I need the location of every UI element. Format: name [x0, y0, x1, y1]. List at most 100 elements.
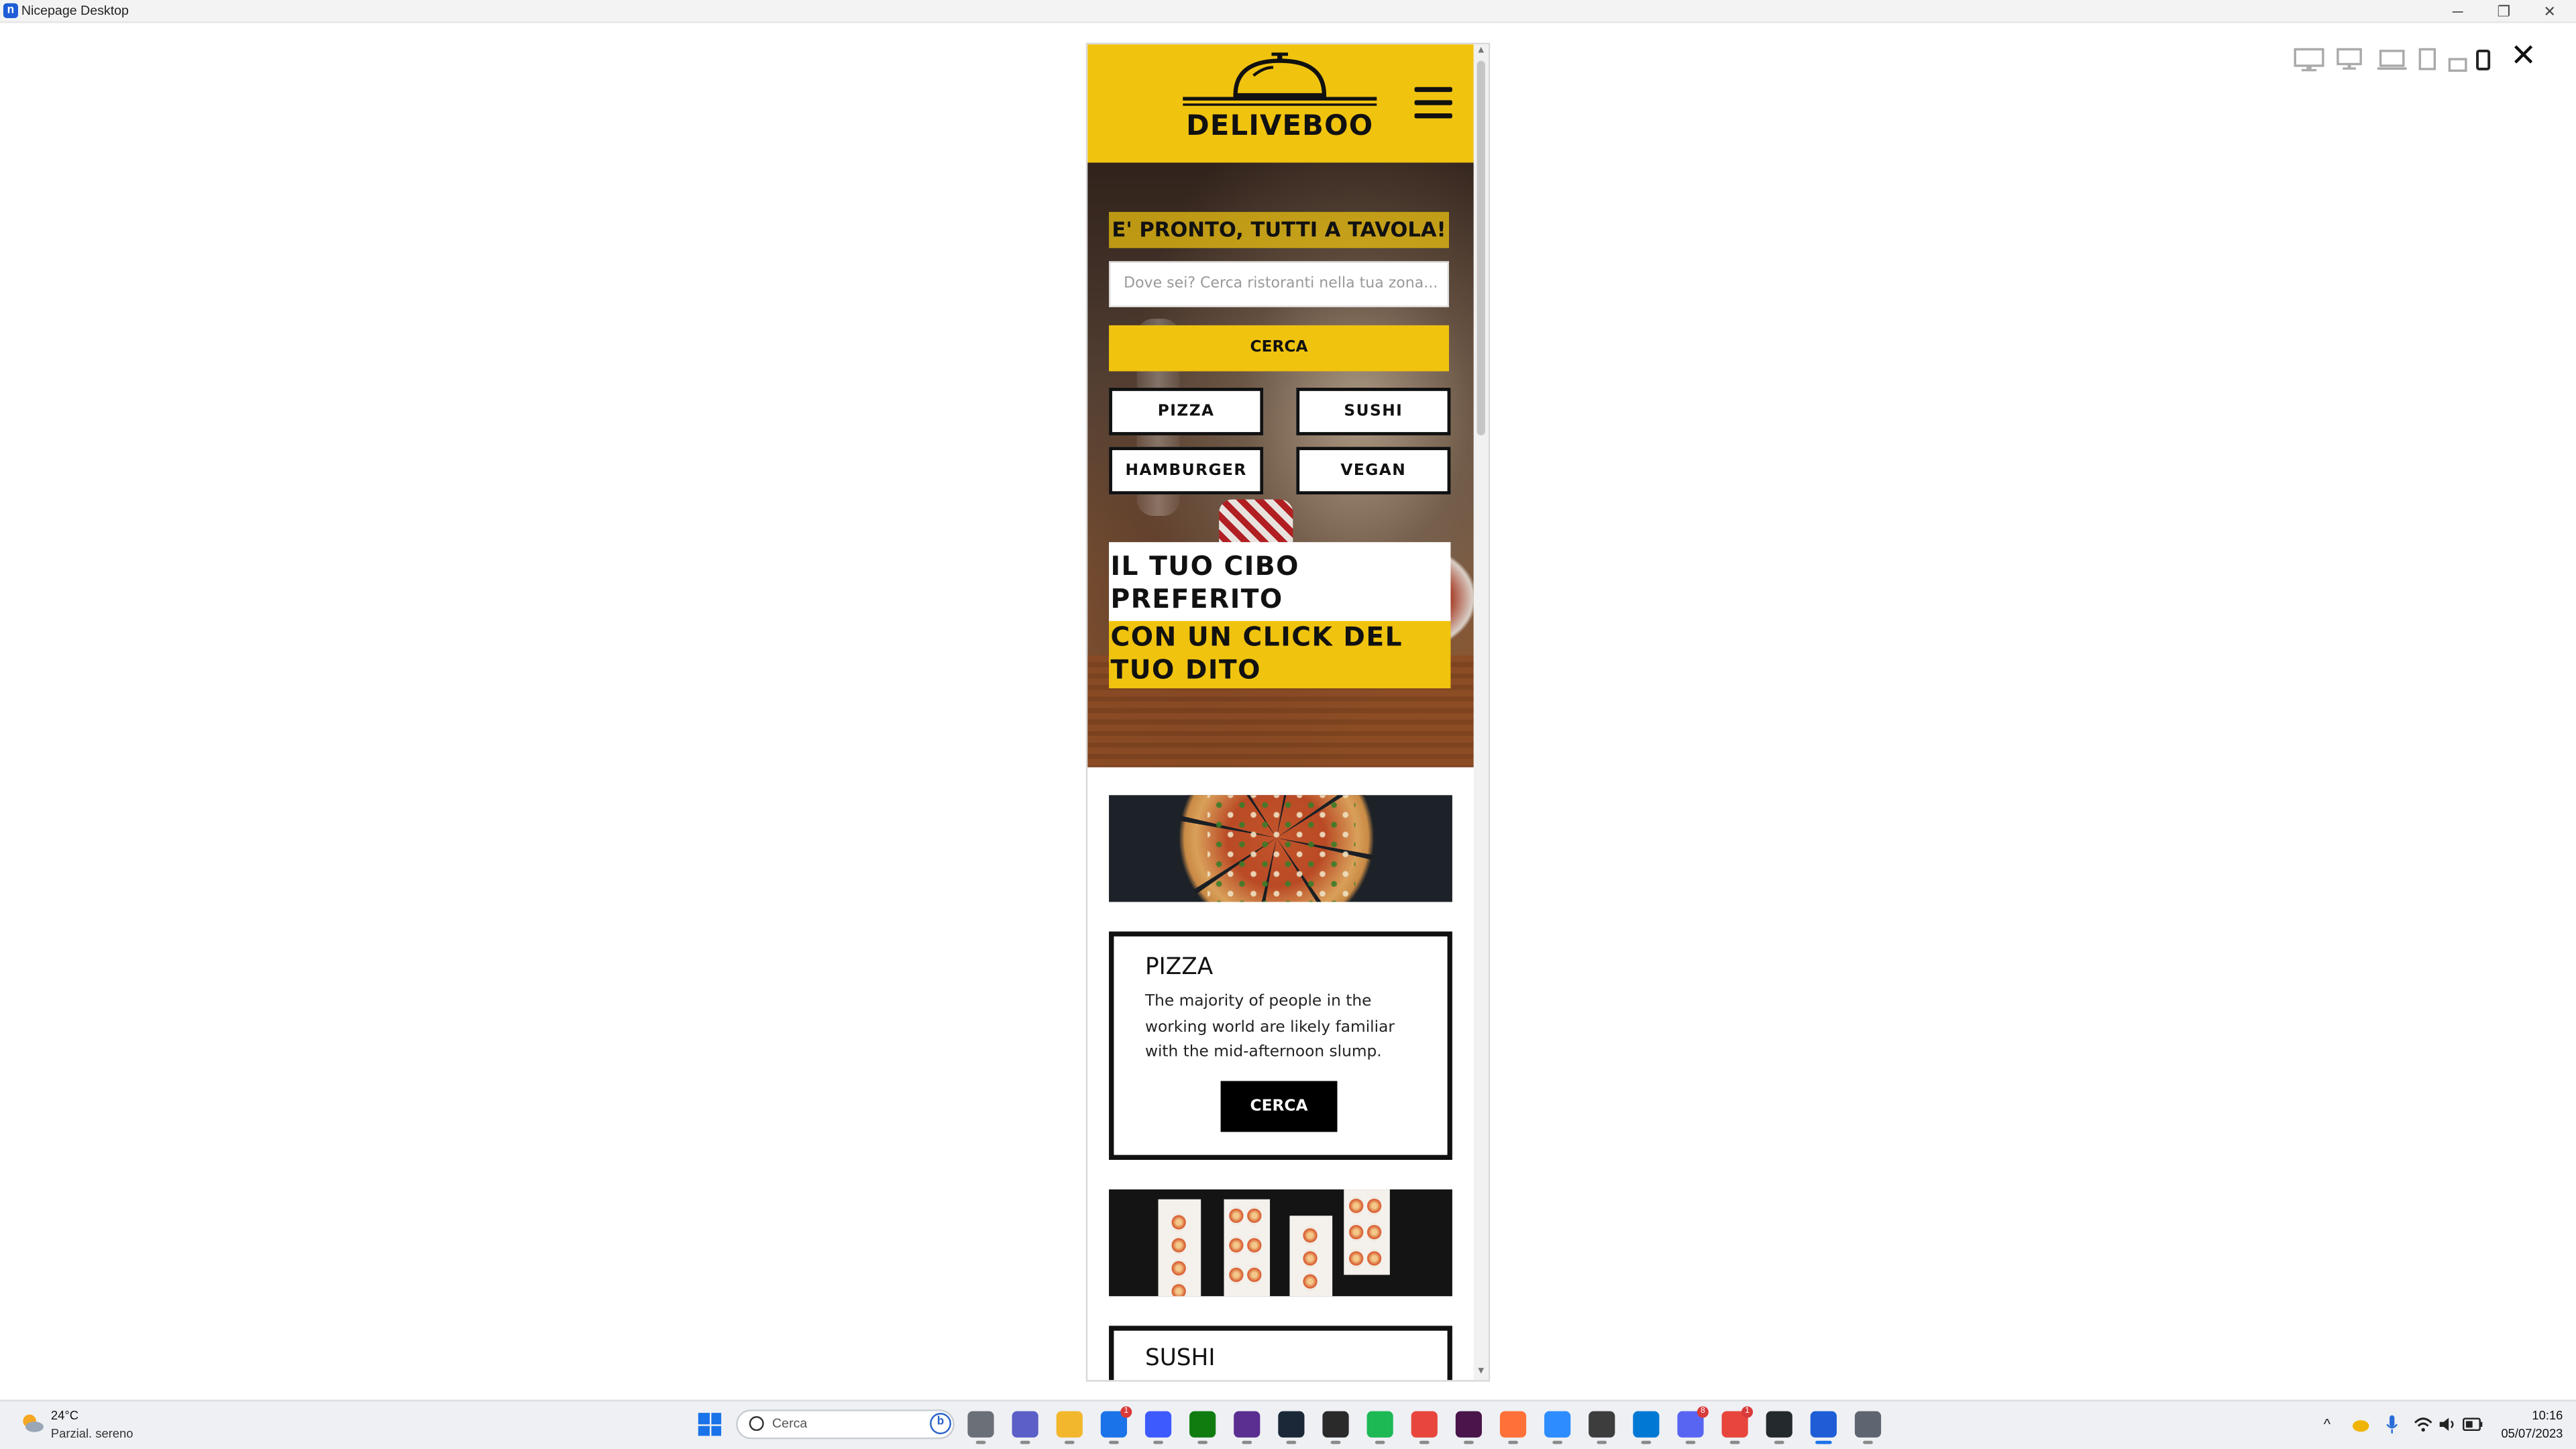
- note-icon[interactable]: [1144, 1411, 1172, 1444]
- running-indicator: [1330, 1440, 1341, 1444]
- scroll-down-arrow-icon[interactable]: ▼: [1474, 1365, 1489, 1380]
- windows-start-icon[interactable]: [698, 1413, 722, 1436]
- running-indicator: [1774, 1440, 1784, 1444]
- pizza-cerca-button[interactable]: CERCA: [1220, 1081, 1338, 1132]
- running-indicator: [1464, 1440, 1474, 1444]
- card-description: The majority of people in the working wo…: [1144, 992, 1395, 1062]
- sushi-image: [1109, 1189, 1452, 1297]
- tray-chevron-icon[interactable]: ^: [2318, 1416, 2337, 1432]
- sushi-plate: [1158, 1199, 1201, 1297]
- chrome-2-icon[interactable]: 1: [1721, 1406, 1754, 1444]
- teams-icon[interactable]: [1012, 1411, 1038, 1444]
- discord-icon[interactable]: 8: [1677, 1406, 1709, 1444]
- desktop-icon[interactable]: [2334, 46, 2364, 72]
- vscode-icon[interactable]: [1633, 1411, 1660, 1444]
- running-indicator: [975, 1440, 986, 1444]
- tray-cloud-icon[interactable]: [2351, 1416, 2370, 1432]
- close-preview-icon[interactable]: ✕: [2507, 40, 2540, 76]
- terminal-icon[interactable]: [1589, 1411, 1615, 1444]
- laptop-icon[interactable]: [2375, 46, 2407, 72]
- spotify-icon[interactable]: [1366, 1411, 1393, 1444]
- phone-icon[interactable]: [2474, 46, 2492, 72]
- file-explorer-icon[interactable]: [1056, 1411, 1083, 1444]
- notification-badge: 1: [1120, 1406, 1132, 1418]
- running-indicator: [1020, 1440, 1030, 1444]
- tablet-icon[interactable]: [2416, 46, 2436, 72]
- sushi-card: SUSHI: [1109, 1326, 1452, 1381]
- running-indicator: [1153, 1440, 1163, 1444]
- category-hamburger-button[interactable]: HAMBURGER: [1109, 447, 1264, 495]
- search-button[interactable]: CERCA: [1109, 325, 1449, 372]
- epic-games-icon[interactable]: [1322, 1411, 1349, 1444]
- clock-date[interactable]: 05/07/2023: [2494, 1426, 2563, 1441]
- running-indicator: [1552, 1440, 1562, 1444]
- brand-logo-text[interactable]: DELIVEBOO: [1179, 110, 1380, 143]
- clock-time[interactable]: 10:16: [2514, 1408, 2563, 1423]
- volume-icon[interactable]: [2438, 1416, 2456, 1432]
- card-title: PIZZA: [1144, 954, 1214, 981]
- category-vegan-button[interactable]: VEGAN: [1296, 447, 1451, 495]
- pizza-image: [1109, 795, 1452, 902]
- bing-icon[interactable]: b: [930, 1413, 951, 1434]
- weather-temperature[interactable]: 24°C: [51, 1408, 78, 1423]
- running-indicator: [1242, 1440, 1252, 1444]
- site-header: DELIVEBOO: [1087, 44, 1474, 163]
- steam-icon[interactable]: [1278, 1411, 1305, 1444]
- running-indicator: [1197, 1440, 1208, 1444]
- category-sushi-button[interactable]: SUSHI: [1296, 387, 1451, 435]
- running-indicator: [1685, 1440, 1696, 1444]
- xbox-icon[interactable]: [1189, 1411, 1216, 1444]
- mail-icon[interactable]: 1: [1100, 1406, 1132, 1444]
- hero-tagline: IL TUO CIBO PREFERITO CON UN CLICK DEL T…: [1109, 542, 1451, 689]
- preview-scrollbar[interactable]: ▲ ▼: [1473, 44, 1489, 1381]
- settings-icon[interactable]: [1854, 1411, 1882, 1444]
- zoom-icon[interactable]: [1544, 1411, 1571, 1444]
- microphone-icon[interactable]: [2385, 1415, 2399, 1434]
- nicepage-app-icon: n: [3, 3, 18, 18]
- slack-icon[interactable]: [1455, 1411, 1482, 1444]
- github-icon[interactable]: [1766, 1411, 1792, 1444]
- restore-button[interactable]: ❐: [2481, 0, 2527, 23]
- window-titlebar: [0, 0, 2576, 23]
- hamburger-menu-icon[interactable]: [1414, 85, 1454, 121]
- notification-badge: 1: [1741, 1406, 1754, 1418]
- search-icon: [749, 1416, 764, 1432]
- tablet-landscape-icon[interactable]: [2447, 46, 2468, 72]
- scroll-thumb[interactable]: [1477, 60, 1485, 435]
- cloche-logo-icon: [1183, 52, 1377, 106]
- running-indicator: [1419, 1440, 1430, 1444]
- sushi-plate: [1344, 1189, 1390, 1275]
- category-pizza-button[interactable]: PIZZA: [1109, 387, 1264, 435]
- task-view-icon[interactable]: [967, 1411, 994, 1444]
- wifi-icon[interactable]: [2414, 1416, 2433, 1432]
- card-title: SUSHI: [1144, 1345, 1216, 1372]
- running-indicator: [1109, 1440, 1119, 1444]
- hero-heading: E' PRONTO, TUTTI A TAVOLA!: [1112, 217, 1446, 241]
- location-search-input[interactable]: Dove sei? Cerca ristoranti nella tua zon…: [1109, 261, 1449, 307]
- running-indicator: [1815, 1440, 1832, 1444]
- firefox-icon[interactable]: [1499, 1411, 1527, 1444]
- tagline-line-2: CON UN CLICK DEL TUO DITO: [1110, 621, 1403, 686]
- partly-cloudy-icon: [23, 1414, 44, 1432]
- taskbar-search-input[interactable]: [736, 1409, 955, 1440]
- pizza-card: PIZZA The majority of people in the work…: [1109, 931, 1452, 1160]
- nicepage-icon[interactable]: [1810, 1411, 1837, 1444]
- obs-icon[interactable]: [1234, 1411, 1260, 1444]
- weather-description[interactable]: Parzial. sereno: [51, 1426, 133, 1441]
- minimize-button[interactable]: ─: [2434, 0, 2481, 23]
- scroll-up-arrow-icon[interactable]: ▲: [1474, 44, 1489, 59]
- desktop-large-icon[interactable]: [2292, 46, 2324, 72]
- running-indicator: [1641, 1440, 1652, 1444]
- running-indicator: [1729, 1440, 1740, 1444]
- close-window-button[interactable]: ✕: [2527, 0, 2573, 23]
- battery-icon[interactable]: [2463, 1417, 2483, 1432]
- running-indicator: [1286, 1440, 1297, 1444]
- mobile-preview-frame: DELIVEBOO E' PRONTO, TUTTI A TAVOLA! Dov…: [1085, 42, 1491, 1382]
- chrome-icon[interactable]: [1411, 1411, 1438, 1444]
- sushi-plate: [1289, 1216, 1333, 1297]
- window-title: Nicepage Desktop: [21, 3, 129, 18]
- running-indicator: [1375, 1440, 1385, 1444]
- notification-badge: 8: [1697, 1406, 1709, 1418]
- sushi-plate: [1224, 1199, 1271, 1297]
- running-indicator: [1064, 1440, 1075, 1444]
